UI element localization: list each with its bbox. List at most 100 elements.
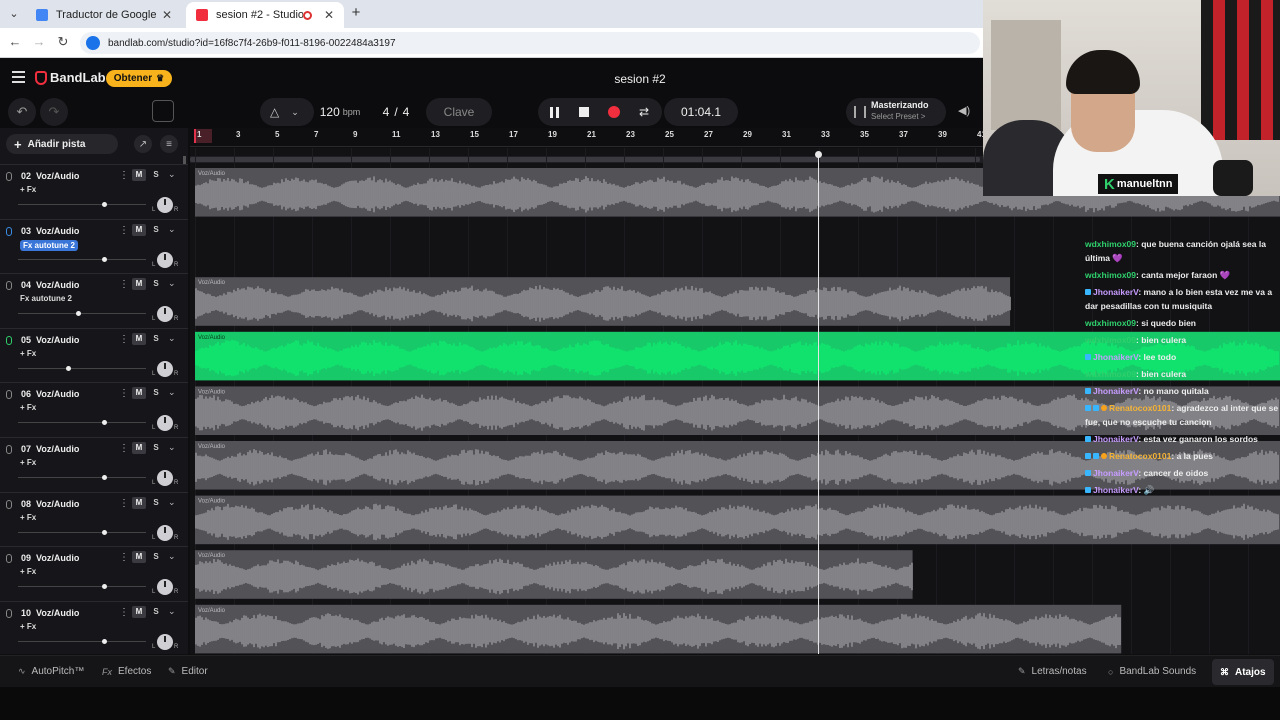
mixer-icon[interactable]: ≡ [160, 135, 178, 153]
mute-button[interactable]: M [132, 332, 146, 345]
menu-icon[interactable] [12, 71, 25, 83]
pan-knob[interactable] [157, 360, 173, 377]
track-fx-button[interactable]: + Fx [20, 567, 36, 576]
track-header[interactable]: 07 Voz/Audio ⋮ M S ⌄ + Fx L R [0, 437, 188, 491]
track-fx-button[interactable]: + Fx [20, 403, 36, 412]
pan-knob[interactable] [157, 633, 173, 650]
track-name[interactable]: Voz/Audio [36, 226, 79, 236]
volume-slider[interactable] [18, 529, 146, 535]
volume-slider-thumb[interactable] [66, 365, 71, 371]
record-button[interactable] [602, 98, 626, 126]
track-name[interactable]: Voz/Audio [36, 280, 79, 290]
mute-button[interactable]: M [132, 387, 146, 400]
chevron-down-icon[interactable]: ⌄ [168, 387, 176, 398]
solo-button[interactable]: S [149, 333, 163, 345]
track-header[interactable]: 09 Voz/Audio ⋮ M S ⌄ + Fx L R [0, 546, 188, 600]
track-options-icon[interactable]: ⋮ [119, 388, 129, 399]
track-header[interactable]: 05 Voz/Audio ⋮ M S ⌄ + Fx L R [0, 327, 188, 382]
volume-slider[interactable] [18, 202, 146, 207]
pause-button[interactable] [542, 98, 566, 126]
loop-button[interactable]: ⇄ [632, 98, 656, 126]
track-options-icon[interactable]: ⋮ [119, 225, 129, 236]
track-name[interactable]: Voz/Audio [36, 444, 79, 454]
track-options-icon[interactable]: ⋮ [119, 443, 129, 454]
back-icon[interactable]: ← [6, 34, 24, 49]
pan-knob[interactable] [157, 197, 173, 213]
pan-knob[interactable] [157, 579, 173, 596]
track-name[interactable]: Voz/Audio [36, 389, 79, 399]
time-signature[interactable]: 4 / 4 [374, 98, 418, 126]
tab-search-chevron-icon[interactable]: ⌄ [4, 4, 24, 24]
track-fx-button[interactable]: + Fx [20, 513, 36, 522]
bandlab-logo[interactable]: BandLab [35, 70, 106, 85]
solo-button[interactable]: S [149, 224, 163, 236]
solo-button[interactable]: S [149, 442, 163, 454]
track-name[interactable]: Voz/Audio [36, 335, 79, 345]
forward-icon[interactable]: → [30, 34, 48, 49]
track-header[interactable]: 02 Voz/Audio ⋮ M S ⌄ + Fx L R [0, 164, 188, 218]
volume-slider-thumb[interactable] [102, 529, 107, 535]
pan-knob[interactable] [157, 306, 173, 323]
speaker-icon[interactable]: ◀) [958, 104, 970, 117]
obtener-button[interactable]: Obtener ♛ [106, 70, 172, 87]
track-name[interactable]: Voz/Audio [36, 608, 79, 618]
solo-button[interactable]: S [149, 606, 163, 618]
volume-slider[interactable] [18, 256, 146, 262]
pan-knob[interactable] [157, 470, 173, 486]
new-tab-icon[interactable]: + [346, 4, 366, 21]
mute-button[interactable]: M [132, 496, 146, 509]
track-fx-button[interactable]: + Fx [20, 349, 36, 358]
volume-slider[interactable] [18, 365, 146, 371]
mute-button[interactable]: M [132, 169, 146, 181]
playhead[interactable] [818, 152, 819, 654]
volume-slider[interactable] [18, 420, 146, 426]
pan-knob[interactable] [157, 251, 173, 268]
metronome-button[interactable]: △ ⌄ [260, 98, 314, 126]
session-title[interactable]: sesion #2 [560, 72, 720, 86]
solo-button[interactable]: S [149, 551, 163, 563]
close-tab-icon[interactable]: ✕ [162, 8, 172, 22]
reload-icon[interactable]: ↻ [54, 34, 72, 50]
track-options-icon[interactable]: ⋮ [119, 170, 129, 181]
solo-button[interactable]: S [149, 497, 163, 509]
site-info-icon[interactable] [86, 36, 100, 50]
chevron-down-icon[interactable]: ⌄ [168, 442, 176, 453]
volume-slider-thumb[interactable] [102, 584, 107, 590]
volume-slider-thumb[interactable] [76, 311, 81, 317]
mastering-button[interactable]: Masterizando Select Preset > [846, 98, 946, 126]
mute-button[interactable]: M [132, 442, 146, 454]
url-field[interactable]: bandlab.com/studio?id=16f8c7f4-26b9-f011… [80, 32, 980, 54]
chevron-down-icon[interactable]: ⌄ [168, 278, 176, 289]
chevron-down-icon[interactable]: ⌄ [168, 551, 176, 562]
solo-button[interactable]: S [149, 278, 163, 290]
track-fx-button[interactable]: Fx autotune 2 [20, 239, 79, 251]
volume-slider[interactable] [18, 638, 146, 644]
atajos-button[interactable]: ⌘ Atajos [1212, 659, 1274, 685]
mute-button[interactable]: M [132, 223, 146, 236]
track-options-icon[interactable]: ⋮ [119, 498, 129, 509]
volume-slider[interactable] [18, 311, 146, 317]
editor-button[interactable]: ✎ Editor [168, 656, 208, 687]
undo-icon[interactable]: ↶ [8, 98, 36, 126]
volume-slider-thumb[interactable] [102, 638, 107, 644]
track-header[interactable]: 06 Voz/Audio ⋮ M S ⌄ + Fx L R [0, 382, 188, 436]
track-name[interactable]: Voz/Audio [36, 553, 79, 563]
editor-toggle-icon[interactable] [152, 100, 174, 122]
mute-button[interactable]: M [132, 605, 146, 618]
track-options-icon[interactable]: ⋮ [119, 552, 129, 563]
volume-slider-thumb[interactable] [102, 256, 107, 262]
track-options-icon[interactable]: ⋮ [119, 279, 129, 290]
volume-slider[interactable] [18, 584, 146, 590]
mute-button[interactable]: M [132, 551, 146, 564]
track-header[interactable]: 03 Voz/Audio ⋮ M S ⌄ Fx autotune 2 L R [0, 218, 188, 273]
autopitch-button[interactable]: ∿ AutoPitch™ [18, 656, 84, 687]
chevron-down-icon[interactable]: ⌄ [168, 224, 176, 235]
bandlab-sounds-button[interactable]: ○ BandLab Sounds [1108, 656, 1196, 687]
solo-button[interactable]: S [149, 169, 163, 181]
efectos-button[interactable]: Fx Efectos [102, 656, 151, 687]
track-header[interactable]: 10 Voz/Audio ⋮ M S ⌄ + Fx L R [0, 600, 188, 655]
timeline-ruler[interactable]: 1 3 5 7 9 11 13 15 17 19 21 23 25 27 29 31 33 35 37 39 41 [190, 128, 986, 147]
close-tab-icon[interactable]: ✕ [324, 8, 334, 22]
pan-knob[interactable] [157, 524, 173, 541]
track-fx-button[interactable]: Fx autotune 2 [20, 294, 72, 303]
